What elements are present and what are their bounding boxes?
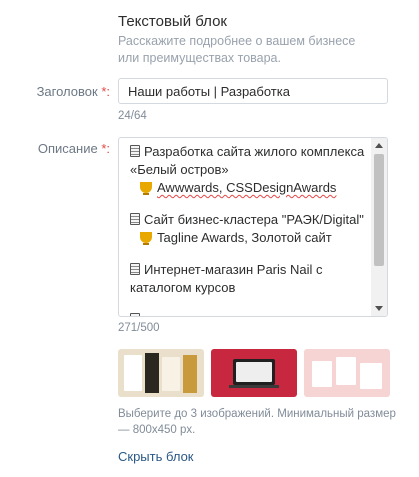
scroll-up-arrow-icon[interactable] <box>375 143 383 148</box>
description-line: каталогом курсов <box>130 280 236 295</box>
image-thumbnail-3[interactable] <box>304 349 390 397</box>
description-textarea[interactable]: Разработка сайта жилого комплекса «Белый… <box>118 137 388 317</box>
hide-block-link[interactable]: Скрыть блок <box>118 449 194 464</box>
memo-icon <box>130 313 140 316</box>
description-line: Интернет-магазин Paris Nail с <box>144 262 323 277</box>
textarea-scrollbar[interactable] <box>371 138 387 316</box>
title-field-label: Заголовок *: <box>0 84 110 99</box>
memo-icon <box>130 263 140 275</box>
description-item: Разработка сайта жилого комплекса «Белый… <box>130 143 370 197</box>
section-title: Текстовый блок <box>118 13 227 30</box>
title-required-mark: *: <box>101 84 110 99</box>
description-item-partial <box>130 311 370 316</box>
scroll-down-arrow-icon[interactable] <box>375 306 383 311</box>
title-label-text: Заголовок <box>36 84 98 99</box>
memo-icon <box>130 213 140 225</box>
description-content: Разработка сайта жилого комплекса «Белый… <box>130 143 370 316</box>
award-text: Tagline Awards, Золотой сайт <box>157 230 332 245</box>
memo-icon <box>130 145 140 157</box>
description-line: «Белый остров» <box>130 162 229 177</box>
title-counter: 24/64 <box>118 110 147 122</box>
description-field-label: Описание *: <box>0 141 110 156</box>
description-line: Разработка сайта жилого комплекса <box>144 144 365 159</box>
description-item: Интернет-магазин Paris Nail с каталогом … <box>130 261 370 297</box>
image-thumbnail-2[interactable] <box>211 349 297 397</box>
trophy-icon <box>140 182 152 195</box>
description-line: Сайт бизнес-кластера "РАЭК/Digital" <box>144 212 364 227</box>
description-item: Сайт бизнес-кластера "РАЭК/Digital" Tagl… <box>130 211 370 247</box>
images-hint: Выберите до 3 изображений. Минимальный р… <box>118 408 396 436</box>
section-hint: Расскажите подробнее о вашем бизнесе или… <box>118 34 356 65</box>
scrollbar-thumb[interactable] <box>374 154 384 266</box>
trophy-icon <box>140 232 152 245</box>
image-thumbnail-1[interactable] <box>118 349 204 397</box>
description-counter: 271/500 <box>118 322 160 334</box>
title-input[interactable] <box>118 78 388 104</box>
award-text: Awwwards, CSSDesignAwards <box>157 180 337 195</box>
description-label-text: Описание <box>37 141 98 156</box>
description-required-mark: *: <box>101 141 110 156</box>
